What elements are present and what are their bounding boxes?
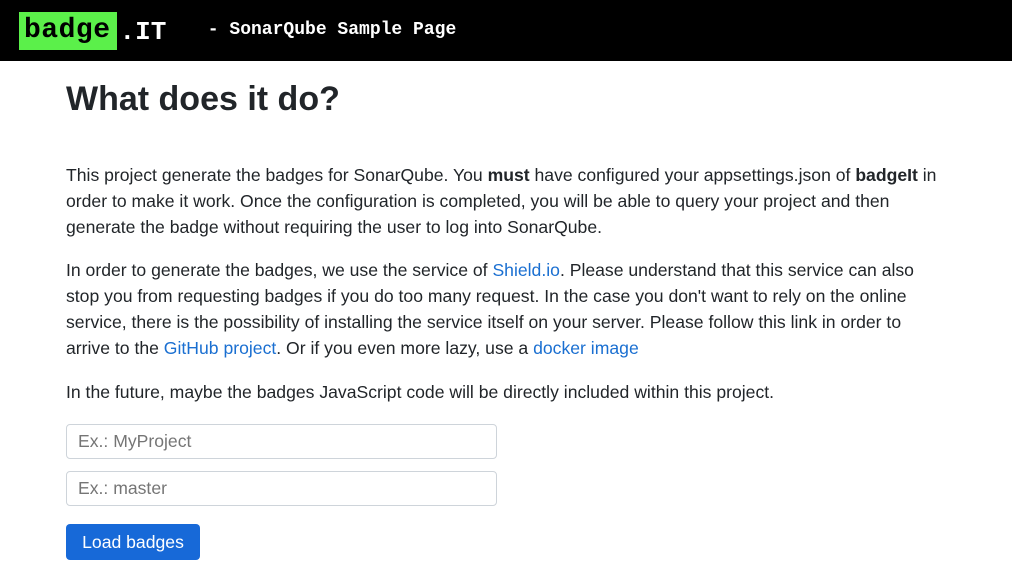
github-project-link[interactable]: GitHub project bbox=[164, 338, 276, 358]
service-text-1: In order to generate the badges, we use … bbox=[66, 260, 493, 280]
future-paragraph: In the future, maybe the badges JavaScri… bbox=[66, 382, 775, 402]
shield-io-link[interactable]: Shield.io bbox=[492, 260, 560, 280]
navbar-title: - SonarQube Sample Page bbox=[197, 20, 457, 40]
project-name-input[interactable] bbox=[66, 424, 497, 459]
load-badges-button[interactable]: Load badges bbox=[66, 524, 200, 560]
intro-bold-must: must bbox=[487, 165, 530, 185]
service-paragraph: In order to generate the badges, we use … bbox=[66, 257, 946, 361]
intro-text-2: have configured your appsettings.json of bbox=[529, 165, 856, 185]
branch-name-input[interactable] bbox=[66, 471, 497, 506]
brand-badge-text: badge bbox=[19, 12, 117, 50]
brand-suffix-text: .IT bbox=[119, 17, 167, 47]
service-text-3: . Or if you even more lazy, use a bbox=[276, 338, 534, 358]
intro-bold-badgeit: badgeIt bbox=[855, 165, 918, 185]
brand-logo[interactable]: badge .IT bbox=[19, 12, 166, 50]
intro-text-1: This project generate the badges for Son… bbox=[66, 165, 488, 185]
top-navbar: badge .IT - SonarQube Sample Page bbox=[0, 0, 1012, 61]
docker-image-link[interactable]: docker image bbox=[533, 338, 639, 358]
intro-paragraph: This project generate the badges for Son… bbox=[66, 162, 946, 240]
page-heading: What does it do? bbox=[66, 80, 340, 118]
